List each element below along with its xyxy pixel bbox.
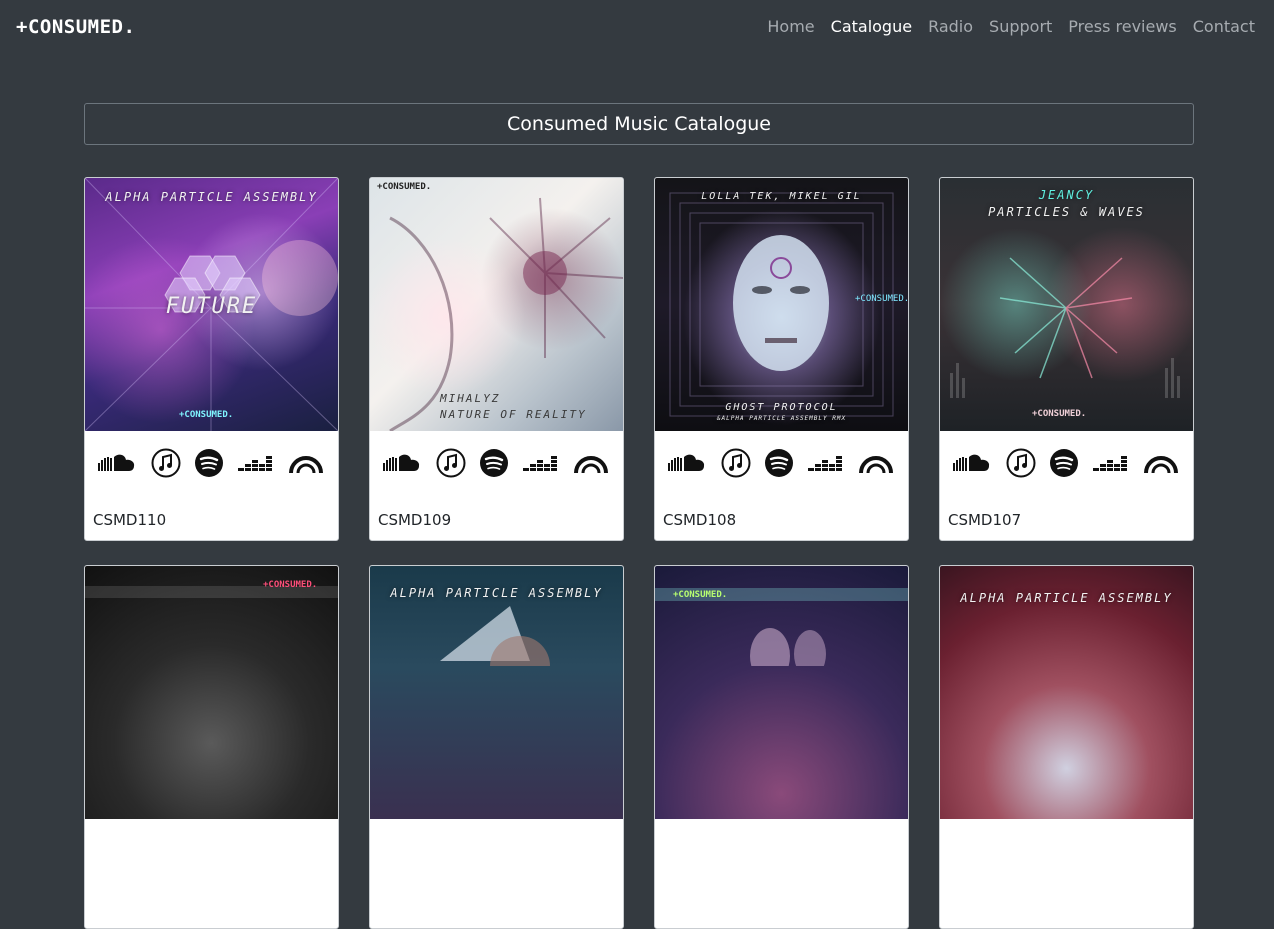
soundcloud-icon[interactable] <box>383 453 421 473</box>
spotify-icon[interactable] <box>765 449 794 477</box>
nav-press-reviews[interactable]: Press reviews <box>1068 17 1176 36</box>
beatport-icon[interactable] <box>857 451 895 475</box>
beatport-icon[interactable] <box>1142 451 1180 475</box>
cover-logo-text: +CONSUMED. <box>855 294 908 304</box>
album-cover[interactable]: +CONSUMED. <box>655 566 908 819</box>
cover-artist-text: ALPHA PARTICLE ASSEMBLY <box>105 190 318 204</box>
beatport-icon[interactable] <box>287 451 325 475</box>
platform-links <box>655 443 908 483</box>
release-card[interactable]: ALPHA PARTICLE ASSEMBLY FUTURE +CONSUMED… <box>84 177 339 541</box>
cover-title-text: PARTICLES & WAVES <box>988 205 1145 219</box>
album-cover[interactable]: JEANCY PARTICLES & WAVES +CONSUMED. <box>940 178 1193 431</box>
release-card[interactable]: +CONSUMED. <box>84 565 339 929</box>
deezer-icon[interactable] <box>523 454 558 472</box>
cover-title-text: FUTURE <box>165 294 258 319</box>
release-card[interactable]: ALPHA PARTICLE ASSEMBLY <box>369 565 624 929</box>
nav-catalogue[interactable]: Catalogue <box>831 17 912 36</box>
page-title: Consumed Music Catalogue <box>84 103 1194 145</box>
release-card[interactable]: JEANCY PARTICLES & WAVES +CONSUMED. CSMD… <box>939 177 1194 541</box>
catalog-number: CSMD109 <box>378 511 452 529</box>
release-card[interactable]: LOLLA TEK, MIKEL GIL +CONSUMED. GHOST PR… <box>654 177 909 541</box>
apple-music-icon[interactable] <box>1006 448 1036 478</box>
deezer-icon[interactable] <box>808 454 843 472</box>
album-cover[interactable]: ALPHA PARTICLE ASSEMBLY FUTURE +CONSUMED… <box>85 178 338 431</box>
cover-artist-text: ALPHA PARTICLE ASSEMBLY <box>390 586 603 600</box>
nav-radio[interactable]: Radio <box>928 17 973 36</box>
cover-title-text: GHOST PROTOCOL <box>725 402 838 413</box>
album-cover[interactable]: +CONSUMED. <box>85 566 338 819</box>
platform-links <box>85 443 338 483</box>
cover-logo-text: +CONSUMED. <box>377 182 432 192</box>
catalog-number: CSMD107 <box>948 511 1022 529</box>
album-cover[interactable]: +CONSUMED. MIHALYZ NATURE OF REALITY <box>370 178 623 431</box>
cover-subtitle-text: &ALPHA PARTICLE ASSEMBLY RMX <box>716 415 847 422</box>
apple-music-icon[interactable] <box>721 448 751 478</box>
release-card[interactable]: ALPHA PARTICLE ASSEMBLY <box>939 565 1194 929</box>
soundcloud-icon[interactable] <box>668 453 706 473</box>
release-card[interactable]: +CONSUMED. MIHALYZ NATURE OF REALITY CSM… <box>369 177 624 541</box>
apple-music-icon[interactable] <box>151 448 181 478</box>
spotify-icon[interactable] <box>480 449 509 477</box>
album-cover[interactable]: ALPHA PARTICLE ASSEMBLY <box>940 566 1193 819</box>
deezer-icon[interactable] <box>1093 454 1128 472</box>
cover-logo-text: +CONSUMED. <box>179 410 234 420</box>
spotify-icon[interactable] <box>1050 449 1079 477</box>
cover-artist-text: MIHALYZ <box>440 392 501 405</box>
album-cover[interactable]: LOLLA TEK, MIKEL GIL +CONSUMED. GHOST PR… <box>655 178 908 431</box>
platform-links <box>940 443 1193 483</box>
apple-music-icon[interactable] <box>436 448 466 478</box>
release-card[interactable]: +CONSUMED. <box>654 565 909 929</box>
nav-contact[interactable]: Contact <box>1193 17 1255 36</box>
soundcloud-icon[interactable] <box>98 453 136 473</box>
album-cover[interactable]: ALPHA PARTICLE ASSEMBLY <box>370 566 623 819</box>
cover-artist-text: ALPHA PARTICLE ASSEMBLY <box>960 591 1173 605</box>
navbar: +CONSUMED. Home Catalogue Radio Support … <box>0 0 1274 56</box>
brand-logo[interactable]: +CONSUMED. <box>16 16 135 38</box>
platform-links <box>370 443 623 483</box>
beatport-icon[interactable] <box>572 451 610 475</box>
spotify-icon[interactable] <box>195 449 224 477</box>
cover-title-text: NATURE OF REALITY <box>440 408 587 421</box>
deezer-icon[interactable] <box>238 454 273 472</box>
cover-artist-text: JEANCY <box>1038 188 1095 202</box>
cover-logo-text: +CONSUMED. <box>263 580 318 590</box>
cover-artist-text: LOLLA TEK, MIKEL GIL <box>701 191 862 202</box>
nav-home[interactable]: Home <box>767 17 814 36</box>
nav-support[interactable]: Support <box>989 17 1052 36</box>
soundcloud-icon[interactable] <box>953 453 991 473</box>
catalog-number: CSMD110 <box>93 511 167 529</box>
cover-logo-text: +CONSUMED. <box>1032 409 1087 419</box>
catalog-number: CSMD108 <box>663 511 737 529</box>
nav-menu: Home Catalogue Radio Support Press revie… <box>767 17 1255 36</box>
